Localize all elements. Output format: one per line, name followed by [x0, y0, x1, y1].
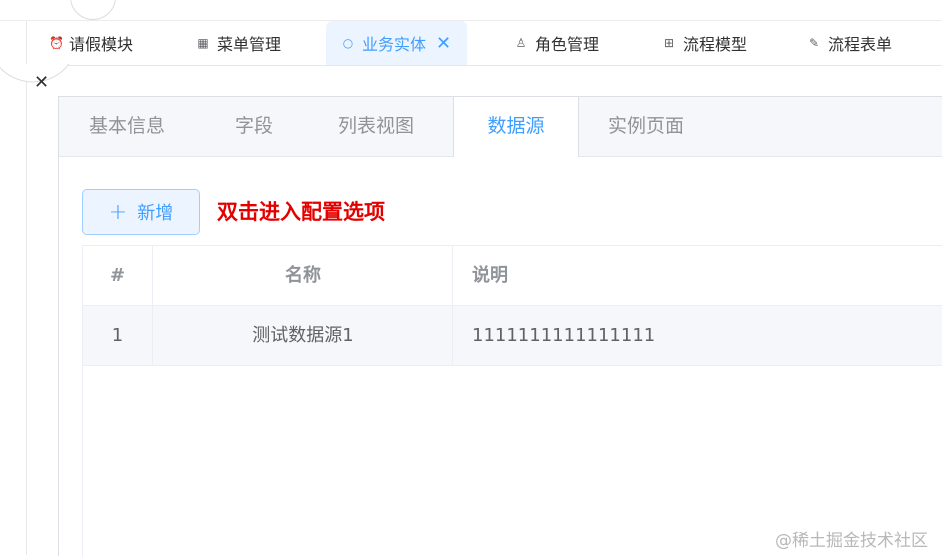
row-description: 1111111111111111 — [472, 325, 656, 346]
tab-label: 角色管理 — [535, 35, 600, 54]
column-divider — [452, 246, 453, 365]
close-icon[interactable]: ✕ — [34, 74, 49, 92]
column-divider — [152, 246, 153, 365]
tab-basic-info[interactable]: 基本信息 — [89, 97, 165, 156]
tab-label: 流程表单 — [828, 35, 893, 54]
row-name: 测试数据源1 — [252, 325, 354, 346]
watermark: @稀土掘金技术社区 — [775, 531, 928, 551]
refresh-icon: ○ — [342, 36, 354, 50]
tab-leave-module[interactable]: ⏰ 请假模块 — [49, 21, 133, 65]
tab-process-form[interactable]: ✎ 流程表单 — [808, 21, 892, 65]
row-index: 1 — [111, 325, 124, 346]
tab-role-management[interactable]: ♙ 角色管理 — [515, 21, 599, 65]
close-icon[interactable]: ✕ — [436, 33, 451, 54]
hint-text: 双击进入配置选项 — [217, 200, 385, 224]
tab-list-view[interactable]: 列表视图 — [338, 97, 414, 156]
tab-menu-management[interactable]: ▦ 菜单管理 — [197, 21, 281, 65]
inner-tabs-bar: 基本信息 字段 列表视图 数据源 实例页面 — [59, 97, 942, 157]
alarm-clock-icon: ⏰ — [49, 36, 64, 50]
table-row[interactable]: 1 测试数据源1 1111111111111111 — [83, 306, 942, 366]
tab-business-entity[interactable]: ○ 业务实体 ✕ — [326, 21, 468, 65]
user-icon: ♙ — [515, 36, 527, 50]
tab-fields[interactable]: 字段 — [235, 97, 273, 156]
column-header-index: # — [109, 265, 126, 286]
tab-label: 流程模型 — [683, 35, 748, 54]
tab-process-model[interactable]: ⊞ 流程模型 — [663, 21, 747, 65]
avatar[interactable] — [70, 0, 116, 20]
add-button-label: 新增 — [137, 203, 174, 224]
column-header-description: 说明 — [472, 265, 508, 286]
entity-panel: 基本信息 字段 列表视图 数据源 实例页面 + 新增 双击进入配置选项 # 名称… — [58, 96, 942, 557]
tab-data-source[interactable]: 数据源 — [453, 97, 579, 157]
tab-label: 菜单管理 — [217, 35, 282, 54]
grid-icon: ▦ — [197, 36, 209, 50]
data-source-table: # 名称 说明 1 测试数据源1 1111111111111111 — [82, 245, 942, 557]
org-chart-icon: ⊞ — [663, 36, 675, 50]
edit-icon: ✎ — [808, 36, 820, 50]
add-button[interactable]: + 新增 — [82, 189, 200, 235]
tab-instance-page[interactable]: 实例页面 — [608, 97, 684, 156]
plus-icon: + — [108, 199, 128, 225]
tab-label: 业务实体 — [362, 35, 427, 54]
column-header-name: 名称 — [285, 265, 321, 286]
tab-label: 请假模块 — [69, 35, 134, 54]
app-tabs-bar: ⏰ 请假模块 ▦ 菜单管理 ○ 业务实体 ✕ ♙ 角色管理 ⊞ 流程模型 ✎ 流… — [27, 21, 942, 66]
table-header: # 名称 说明 — [83, 246, 942, 306]
top-bar — [0, 0, 942, 21]
